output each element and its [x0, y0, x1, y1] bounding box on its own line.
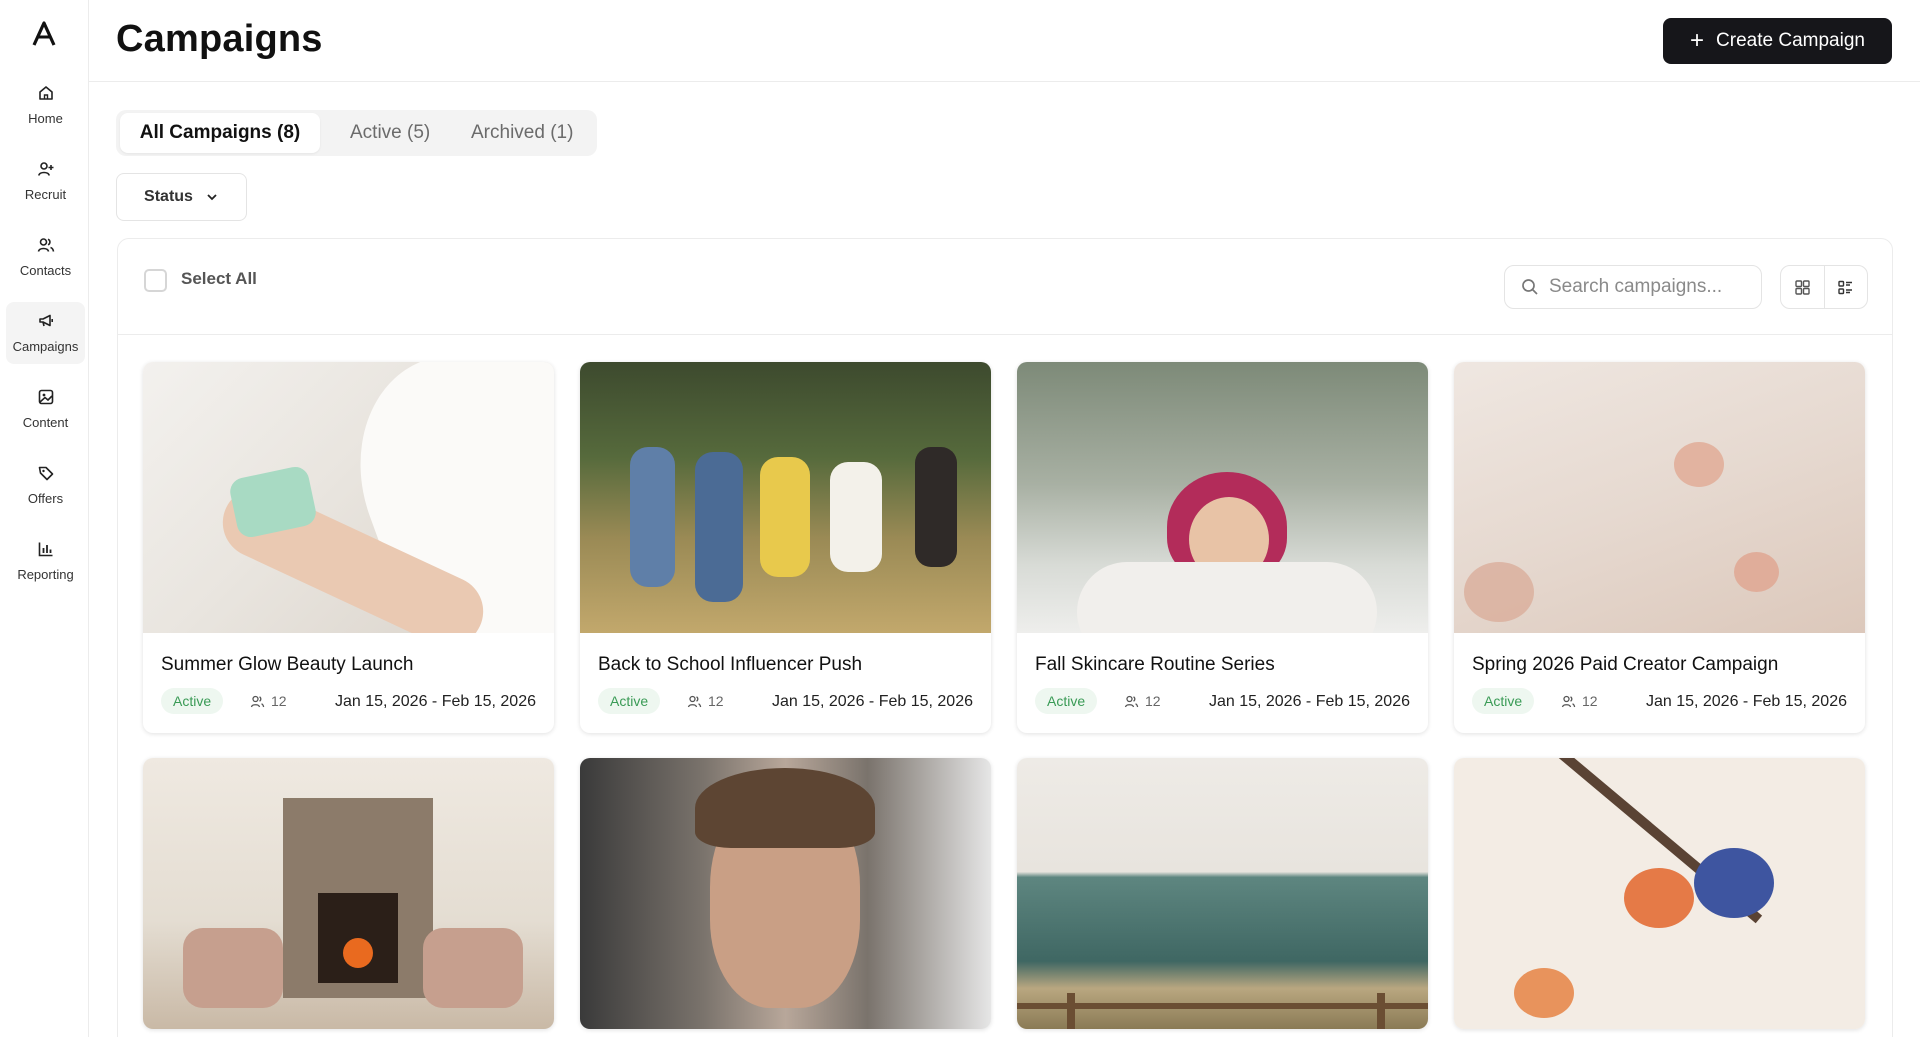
users-icon: [37, 238, 54, 252]
campaign-card[interactable]: [580, 758, 991, 1029]
sidebar-item-content[interactable]: Content: [6, 378, 85, 440]
sidebar-item-label: Home: [28, 111, 63, 126]
sidebar-item-contacts[interactable]: Contacts: [6, 226, 85, 288]
users-icon: [1124, 695, 1139, 707]
brand-logo[interactable]: [30, 20, 58, 48]
campaign-image: [1017, 362, 1428, 633]
campaign-image: [580, 362, 991, 633]
plus-icon: +: [1690, 27, 1705, 54]
image-icon: [38, 389, 53, 405]
sidebar-item-label: Offers: [27, 491, 64, 506]
member-count-value: 12: [1582, 693, 1598, 709]
view-toggle: [1780, 265, 1868, 309]
campaign-card[interactable]: [1454, 758, 1865, 1029]
campaign-image: [580, 758, 991, 1029]
campaigns-toolbar: Select All: [118, 239, 1892, 335]
campaign-image: [143, 758, 554, 1029]
campaign-title: Back to School Influencer Push: [598, 654, 863, 675]
list-view-button[interactable]: [1823, 266, 1868, 308]
sidebar-item-campaigns[interactable]: Campaigns: [6, 302, 85, 364]
megaphone-icon: [38, 314, 53, 327]
status-badge: Active: [161, 688, 224, 714]
tab-archived[interactable]: Archived (1): [455, 113, 589, 153]
page-title: Campaigns: [116, 18, 323, 60]
tag-icon: [38, 466, 53, 481]
sidebar-item-label: Reporting: [17, 567, 74, 582]
campaign-dates: Jan 15, 2026 - Feb 15, 2026: [1208, 693, 1410, 710]
grid-view-button[interactable]: [1781, 266, 1824, 308]
user-plus-icon: [37, 162, 53, 176]
campaign-image: [143, 362, 554, 633]
search-box[interactable]: [1504, 265, 1762, 309]
tab-all-campaigns[interactable]: All Campaigns (8): [120, 113, 320, 153]
select-all-label[interactable]: Select All: [181, 269, 257, 289]
member-count-value: 12: [271, 693, 287, 709]
sidebar-item-label: Contacts: [19, 263, 72, 278]
create-campaign-button[interactable]: + Create Campaign: [1663, 18, 1892, 64]
tab-active[interactable]: Active (5): [334, 113, 446, 153]
page-header: Campaigns + Create Campaign: [89, 0, 1920, 82]
campaign-tabs: All Campaigns (8) Active (5) Archived (1…: [116, 110, 597, 156]
create-campaign-label: Create Campaign: [1716, 30, 1865, 51]
campaign-card[interactable]: [143, 758, 554, 1029]
campaign-card[interactable]: Back to School Influencer Push Active 12…: [580, 362, 991, 733]
campaign-card[interactable]: Spring 2026 Paid Creator Campaign Active…: [1454, 362, 1865, 733]
campaign-card[interactable]: [1017, 758, 1428, 1029]
member-count: 12: [1561, 693, 1598, 709]
sidebar-item-label: Recruit: [24, 187, 67, 202]
sidebar-item-recruit[interactable]: Recruit: [6, 150, 85, 212]
users-icon: [687, 695, 702, 707]
users-icon: [250, 695, 265, 707]
sidebar-item-offers[interactable]: Offers: [6, 454, 85, 516]
campaign-card[interactable]: Fall Skincare Routine Series Active 12 J…: [1017, 362, 1428, 733]
member-count: 12: [250, 693, 287, 709]
sidebar: Home Recruit Contacts Campaigns Content …: [0, 0, 89, 1037]
list-icon: [1838, 280, 1853, 294]
campaign-image: [1454, 362, 1865, 633]
select-all-checkbox[interactable]: [144, 269, 167, 292]
campaign-image: [1454, 758, 1865, 1029]
campaigns-panel: Select All Summer Glow Beauty Launch Act…: [117, 238, 1893, 1037]
sidebar-item-label: Campaigns: [12, 339, 79, 354]
campaign-image: [1017, 758, 1428, 1029]
home-icon: [38, 86, 53, 100]
member-count-value: 12: [1145, 693, 1161, 709]
member-count: 12: [687, 693, 724, 709]
search-input[interactable]: [1549, 276, 1749, 298]
sidebar-item-reporting[interactable]: Reporting: [6, 530, 85, 592]
campaign-card[interactable]: Summer Glow Beauty Launch Active 12 Jan …: [143, 362, 554, 733]
campaign-dates: Jan 15, 2026 - Feb 15, 2026: [771, 693, 973, 710]
member-count-value: 12: [708, 693, 724, 709]
search-icon: [1522, 279, 1538, 295]
status-badge: Active: [1472, 688, 1535, 714]
users-icon: [1561, 695, 1576, 707]
campaign-dates: Jan 15, 2026 - Feb 15, 2026: [334, 693, 536, 710]
sidebar-item-label: Content: [22, 415, 69, 430]
campaign-title: Fall Skincare Routine Series: [1035, 654, 1275, 675]
chevron-down-icon: [207, 194, 217, 201]
campaign-title: Summer Glow Beauty Launch: [161, 654, 414, 675]
bar-chart-icon: [38, 542, 52, 557]
campaign-title: Spring 2026 Paid Creator Campaign: [1472, 654, 1779, 675]
status-badge: Active: [1035, 688, 1098, 714]
status-filter-label: Status: [144, 188, 193, 205]
status-badge: Active: [598, 688, 661, 714]
campaign-dates: Jan 15, 2026 - Feb 15, 2026: [1645, 693, 1847, 710]
sidebar-item-home[interactable]: Home: [6, 74, 85, 136]
grid-icon: [1795, 279, 1810, 295]
member-count: 12: [1124, 693, 1161, 709]
status-filter-dropdown[interactable]: Status: [116, 173, 247, 221]
